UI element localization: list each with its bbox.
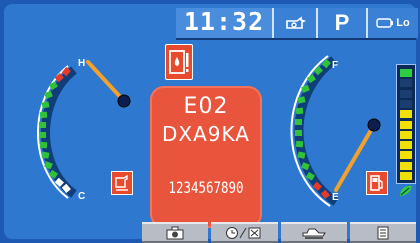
power-level-segment [400,130,412,139]
error-subcode: DXA9KA [162,122,250,146]
hydraulic-oil-warning [165,44,193,80]
camera-icon [166,226,184,239]
clock: 11:32 [183,7,265,36]
fuel-full-label: F [332,60,339,71]
power-level-segment [400,110,412,119]
menu-list-icon [377,226,389,239]
serial-number: 1234567890 [168,178,244,197]
power-level-segment [400,99,412,108]
error-code-panel: E02 DXA9KA 1234567890 [150,86,262,228]
engine-oil-warning [111,171,133,195]
fuel-gauge-segment [295,119,302,125]
oil-can-icon [286,16,307,29]
clock-calendar-icon [226,226,261,239]
menu-softkey[interactable] [349,222,416,243]
fuel-gauge-segment [295,130,302,136]
power-level-segment [400,69,412,77]
coolant-low-label: C [78,191,86,202]
coolant-gauge-segment [39,122,46,128]
fuel-needle-hub [367,118,381,132]
camera-softkey[interactable] [142,222,209,243]
hydraulic-oil-warning-icon [169,50,189,74]
power-level-segment [400,161,412,170]
coolant-needle [86,60,126,103]
error-code: E02 [183,94,229,119]
fuel-gauge-segment [295,107,304,115]
coolant-gauge-segment [39,132,46,138]
fuel-warning [366,171,388,195]
softkey-bar [142,222,416,243]
clock-calendar-softkey[interactable] [211,222,278,243]
monitor-screen: 11:32 P Lo H C F E E02 DXA9KA 1234567890 [0,0,420,243]
coolant-needle-hub [117,94,131,108]
vehicle-icon [302,228,326,239]
battery-icon [376,18,394,28]
power-level-segment [400,141,412,150]
coolant-gauge-segment [39,111,48,119]
fuel-warning-icon [370,175,383,191]
engine-oil-warning-icon [115,174,128,191]
oil-status [272,8,316,38]
power-level-segment [400,79,412,88]
leaf-eco-icon [400,185,412,196]
work-mode-indicator: Lo [366,8,418,38]
power-level-segment [400,89,412,98]
coolant-high-label: H [78,58,86,69]
power-level-segment [400,151,412,160]
power-level-segment [400,120,412,129]
coolant-gauge-segment [39,141,48,149]
power-level-segment [400,172,412,180]
power-level-bar [396,64,416,184]
gear-indicator: P [316,8,366,38]
fuel-empty-label: E [332,192,339,203]
vehicle-softkey[interactable] [280,222,347,243]
work-mode-label: Lo [396,17,410,29]
fuel-gauge-segment [295,140,304,148]
